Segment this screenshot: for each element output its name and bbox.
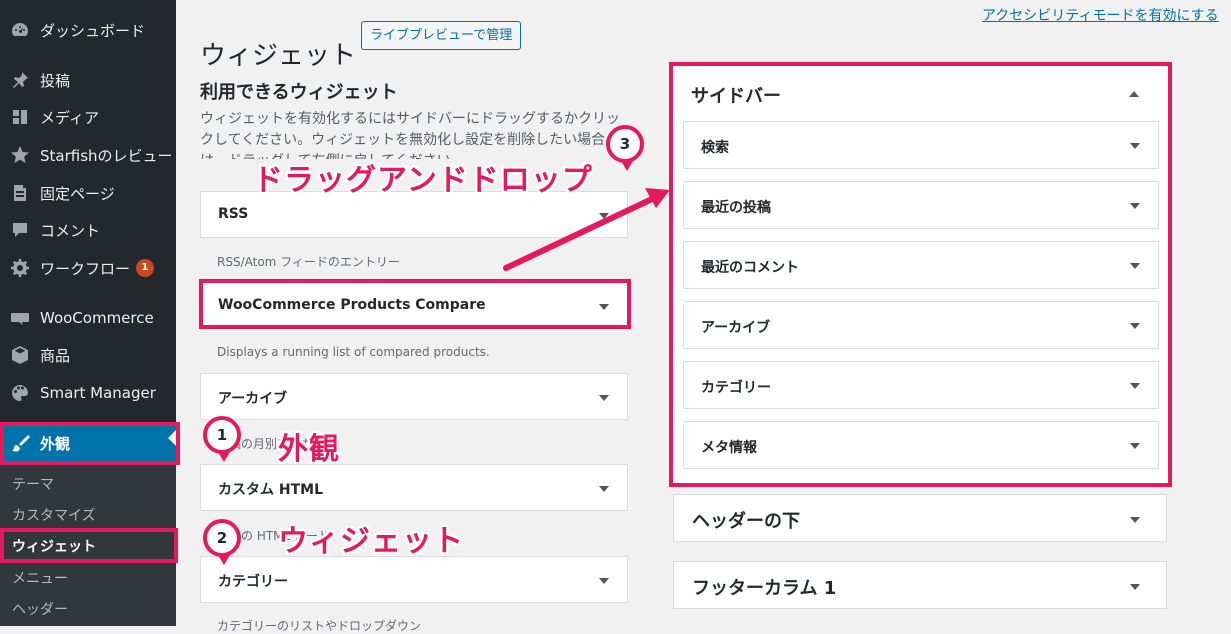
- annotation-label-widget: ウィジェット: [278, 524, 464, 559]
- step-marker-2: 2: [203, 519, 241, 565]
- annotation-label-drag-and-drop: ドラッグアンドドロップ: [253, 163, 593, 198]
- annotation-label-appearance: 外観: [278, 432, 340, 467]
- step-marker-1: 1: [203, 416, 241, 462]
- step-marker-3: 3: [606, 125, 644, 171]
- drag-arrow: [503, 188, 670, 271]
